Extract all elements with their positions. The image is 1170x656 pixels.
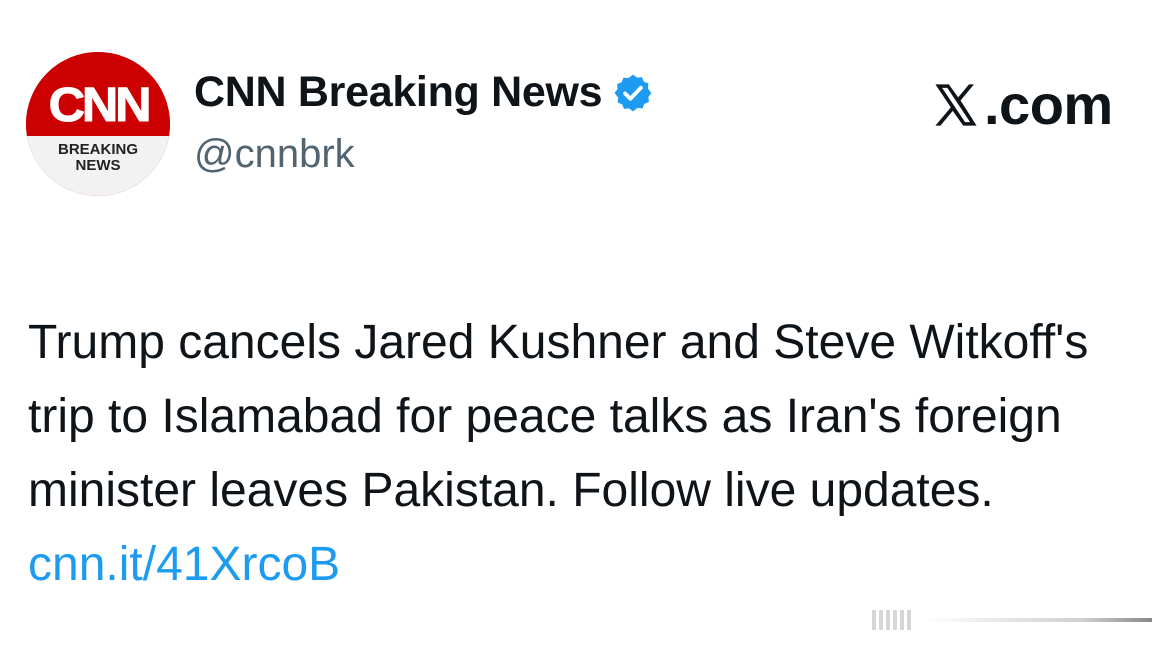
watermark-line [923, 618, 1152, 622]
watermark-bars [872, 610, 911, 630]
post-text: Trump cancels Jared Kushner and Steve Wi… [28, 306, 1148, 602]
verified-badge-icon [614, 74, 652, 111]
avatar-caption-line1: BREAKING [57, 140, 138, 158]
avatar-logo-area: CNN [26, 52, 170, 136]
post-body: Trump cancels Jared Kushner and Steve Wi… [28, 316, 1089, 517]
x-logo-icon [935, 83, 977, 126]
site-label-text: .com [984, 73, 1113, 136]
post-link[interactable]: cnn.it/41XrcoB [28, 538, 340, 591]
watermark [872, 606, 1152, 634]
site-label: .com [930, 72, 1113, 137]
avatar-caption: BREAKING NEWS [26, 135, 170, 196]
avatar[interactable]: CNN BREAKING NEWS [26, 52, 170, 196]
avatar-caption-line2: NEWS [75, 156, 121, 174]
author-handle[interactable]: @cnnbrk [194, 132, 355, 177]
display-name[interactable]: CNN Breaking News [194, 68, 603, 117]
cnn-logo: CNN [48, 78, 152, 132]
author-name-row: CNN Breaking News [194, 68, 654, 117]
